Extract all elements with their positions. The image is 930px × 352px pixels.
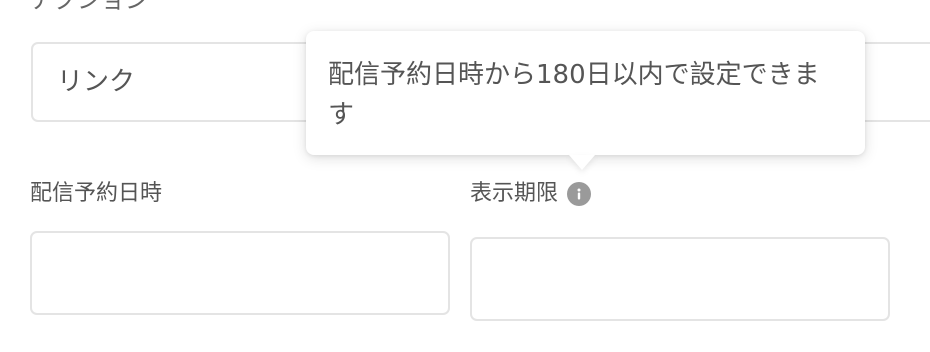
- tooltip-text: 配信予約日時から180日以内で設定できます: [328, 60, 820, 130]
- schedule-datetime-label: 配信予約日時: [30, 181, 163, 206]
- info-icon[interactable]: [567, 182, 592, 206]
- action-select-value: リンク: [57, 67, 136, 97]
- display-period-input[interactable]: [470, 237, 890, 321]
- info-tooltip: 配信予約日時から180日以内で設定できます: [306, 31, 865, 170]
- schedule-datetime-input[interactable]: [30, 231, 450, 315]
- tooltip-arrow: [569, 155, 595, 170]
- display-period-label: 表示期限: [470, 181, 559, 206]
- display-period-label-group: 表示期限: [470, 181, 592, 207]
- action-label: アクション: [30, 0, 149, 14]
